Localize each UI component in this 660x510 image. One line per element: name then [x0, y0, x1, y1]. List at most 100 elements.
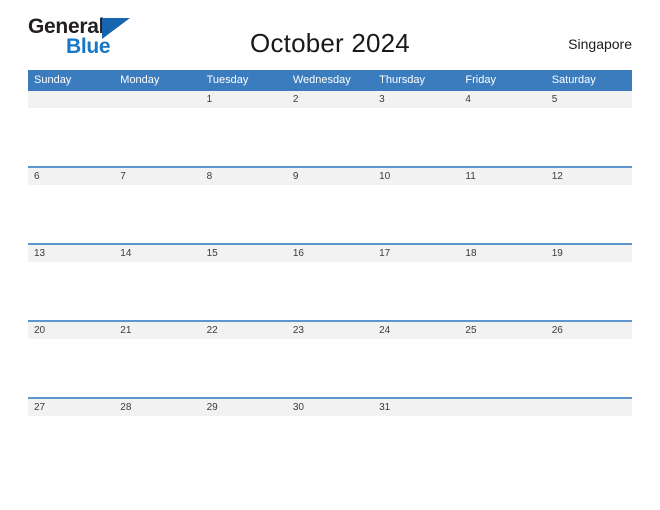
date-number[interactable]: 14 [114, 245, 200, 262]
calendar-page: General Blue October 2024 Singapore Sund… [0, 0, 660, 510]
day-content-band [28, 185, 632, 243]
day-content-cell[interactable] [287, 416, 373, 474]
date-number[interactable]: 16 [287, 245, 373, 262]
weekday-header-wednesday: Wednesday [292, 74, 351, 86]
weekday-header-tuesday: Tuesday [206, 74, 249, 86]
date-number[interactable]: 9 [287, 168, 373, 185]
day-content-band [28, 339, 632, 397]
day-content-cell[interactable] [373, 185, 459, 243]
weekday-header-friday: Friday [465, 74, 496, 86]
day-content-cell[interactable] [459, 262, 545, 320]
day-content-cell[interactable] [546, 339, 632, 397]
date-number[interactable]: 2 [287, 91, 373, 108]
day-content-cell[interactable] [28, 262, 114, 320]
day-content-cell[interactable] [459, 108, 545, 166]
day-content-cell[interactable] [114, 416, 200, 474]
week-row: 20 21 22 23 24 25 26 [28, 320, 632, 397]
date-number[interactable]: 18 [459, 245, 545, 262]
date-number[interactable]: 28 [114, 399, 200, 416]
date-number[interactable]: 12 [546, 168, 632, 185]
country-label: Singapore [568, 36, 632, 52]
day-content-cell[interactable] [114, 185, 200, 243]
week-row: 13 14 15 16 17 18 19 [28, 243, 632, 320]
day-content-cell[interactable] [28, 339, 114, 397]
weekday-header-saturday: Saturday [551, 74, 596, 86]
week-row: 1 2 3 4 5 [28, 91, 632, 166]
date-number[interactable]: 6 [28, 168, 114, 185]
date-number[interactable] [546, 399, 632, 416]
day-content-cell[interactable] [546, 185, 632, 243]
date-number[interactable]: 26 [546, 322, 632, 339]
date-number[interactable]: 24 [373, 322, 459, 339]
page-title: October 2024 [250, 28, 410, 58]
day-content-cell[interactable] [201, 416, 287, 474]
general-blue-logo[interactable]: General Blue [28, 16, 198, 62]
week-row: 6 7 8 9 10 11 12 [28, 166, 632, 243]
day-content-cell[interactable] [459, 339, 545, 397]
week-row: 27 28 29 30 31 [28, 397, 632, 474]
day-content-cell[interactable] [287, 108, 373, 166]
day-content-cell[interactable] [28, 416, 114, 474]
day-content-band [28, 262, 632, 320]
day-content-cell[interactable] [459, 416, 545, 474]
day-content-cell[interactable] [373, 339, 459, 397]
date-number[interactable]: 11 [459, 168, 545, 185]
day-content-cell[interactable] [201, 185, 287, 243]
day-content-cell[interactable] [373, 416, 459, 474]
day-content-cell[interactable] [201, 262, 287, 320]
day-content-cell[interactable] [114, 262, 200, 320]
date-number[interactable]: 7 [114, 168, 200, 185]
date-number[interactable]: 22 [201, 322, 287, 339]
date-number[interactable]: 31 [373, 399, 459, 416]
date-number[interactable]: 4 [459, 91, 545, 108]
day-content-cell[interactable] [201, 339, 287, 397]
date-number[interactable]: 1 [201, 91, 287, 108]
weekday-header-sunday: Sunday [34, 74, 72, 86]
day-content-cell[interactable] [114, 108, 200, 166]
date-number[interactable]: 5 [546, 91, 632, 108]
weekday-header-row: Sunday Monday Tuesday Wednesday Thursday… [28, 70, 632, 91]
page-header: General Blue October 2024 Singapore [28, 14, 632, 64]
date-number-band: 6 7 8 9 10 11 12 [28, 166, 632, 185]
date-number[interactable]: 27 [28, 399, 114, 416]
day-content-band [28, 416, 632, 474]
date-number[interactable]: 3 [373, 91, 459, 108]
date-number-band: 13 14 15 16 17 18 19 [28, 243, 632, 262]
date-number[interactable]: 30 [287, 399, 373, 416]
date-number[interactable]: 20 [28, 322, 114, 339]
day-content-cell[interactable] [459, 185, 545, 243]
date-number[interactable]: 29 [201, 399, 287, 416]
date-number[interactable]: 15 [201, 245, 287, 262]
date-number[interactable]: 19 [546, 245, 632, 262]
date-number[interactable] [459, 399, 545, 416]
day-content-cell[interactable] [287, 339, 373, 397]
date-number[interactable] [28, 91, 114, 108]
day-content-cell[interactable] [28, 185, 114, 243]
weekday-header-thursday: Thursday [379, 74, 425, 86]
date-number-band: 20 21 22 23 24 25 26 [28, 320, 632, 339]
logo-text-blue: Blue [66, 35, 111, 58]
date-number-band: 1 2 3 4 5 [28, 91, 632, 108]
day-content-cell[interactable] [201, 108, 287, 166]
date-number[interactable]: 8 [201, 168, 287, 185]
day-content-cell[interactable] [28, 108, 114, 166]
day-content-band [28, 108, 632, 166]
day-content-cell[interactable] [546, 262, 632, 320]
date-number-band: 27 28 29 30 31 [28, 397, 632, 416]
day-content-cell[interactable] [114, 339, 200, 397]
date-number[interactable]: 17 [373, 245, 459, 262]
day-content-cell[interactable] [287, 262, 373, 320]
weekday-header-monday: Monday [120, 74, 160, 86]
date-number[interactable]: 10 [373, 168, 459, 185]
date-number[interactable]: 23 [287, 322, 373, 339]
day-content-cell[interactable] [546, 108, 632, 166]
day-content-cell[interactable] [287, 185, 373, 243]
day-content-cell[interactable] [546, 416, 632, 474]
date-number[interactable]: 13 [28, 245, 114, 262]
date-number[interactable]: 21 [114, 322, 200, 339]
calendar-grid: Sunday Monday Tuesday Wednesday Thursday… [28, 70, 632, 474]
date-number[interactable]: 25 [459, 322, 545, 339]
date-number[interactable] [114, 91, 200, 108]
day-content-cell[interactable] [373, 108, 459, 166]
day-content-cell[interactable] [373, 262, 459, 320]
